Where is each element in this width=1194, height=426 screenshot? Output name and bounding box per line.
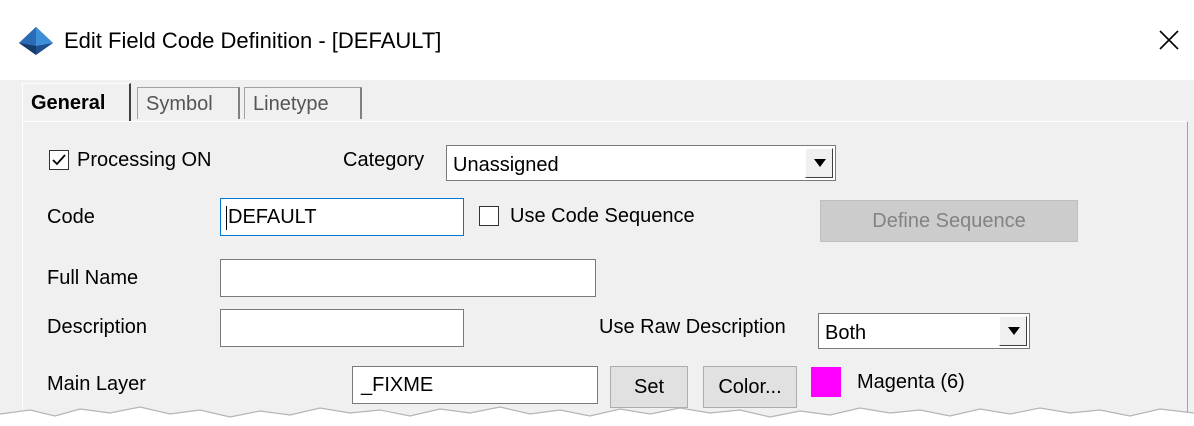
edit-field-code-dialog: Edit Field Code Definition - [DEFAULT] G… — [0, 0, 1194, 426]
title-bar: Edit Field Code Definition - [DEFAULT] — [0, 0, 1194, 80]
full-name-label: Full Name — [47, 267, 139, 289]
tab-linetype[interactable]: Linetype — [244, 87, 362, 119]
processing-on-checkbox[interactable] — [49, 150, 69, 170]
diamond-app-icon — [19, 27, 53, 55]
use-raw-description-value: Both — [825, 322, 867, 344]
description-label: Description — [47, 316, 148, 338]
use-raw-description-dropdown-arrow[interactable] — [999, 316, 1027, 346]
torn-edge-decoration — [0, 406, 1194, 426]
tab-general[interactable]: General — [22, 83, 131, 121]
text-caret — [226, 205, 227, 230]
tab-symbol[interactable]: Symbol — [137, 87, 240, 119]
code-input[interactable]: DEFAULT — [220, 198, 464, 236]
use-raw-description-label: Use Raw Description — [599, 316, 786, 338]
checkmark-icon — [52, 154, 66, 166]
use-raw-description-dropdown[interactable]: Both — [818, 313, 1030, 349]
category-dropdown[interactable]: Unassigned — [446, 145, 836, 181]
close-icon[interactable] — [1158, 29, 1180, 51]
window-title: Edit Field Code Definition - [DEFAULT] — [64, 28, 442, 53]
description-input[interactable] — [220, 309, 464, 347]
use-code-sequence-checkbox[interactable] — [479, 206, 499, 226]
category-value: Unassigned — [453, 154, 559, 176]
full-name-input[interactable] — [220, 259, 596, 297]
define-sequence-button[interactable]: Define Sequence — [820, 200, 1078, 242]
category-dropdown-arrow[interactable] — [805, 148, 833, 178]
code-label: Code — [47, 206, 95, 228]
use-code-sequence-label: Use Code Sequence — [510, 205, 695, 227]
processing-on-label: Processing ON — [77, 149, 212, 171]
chevron-down-icon — [814, 159, 826, 167]
code-value: DEFAULT — [228, 206, 317, 228]
category-label: Category — [343, 149, 425, 171]
chevron-down-icon — [1008, 327, 1020, 335]
